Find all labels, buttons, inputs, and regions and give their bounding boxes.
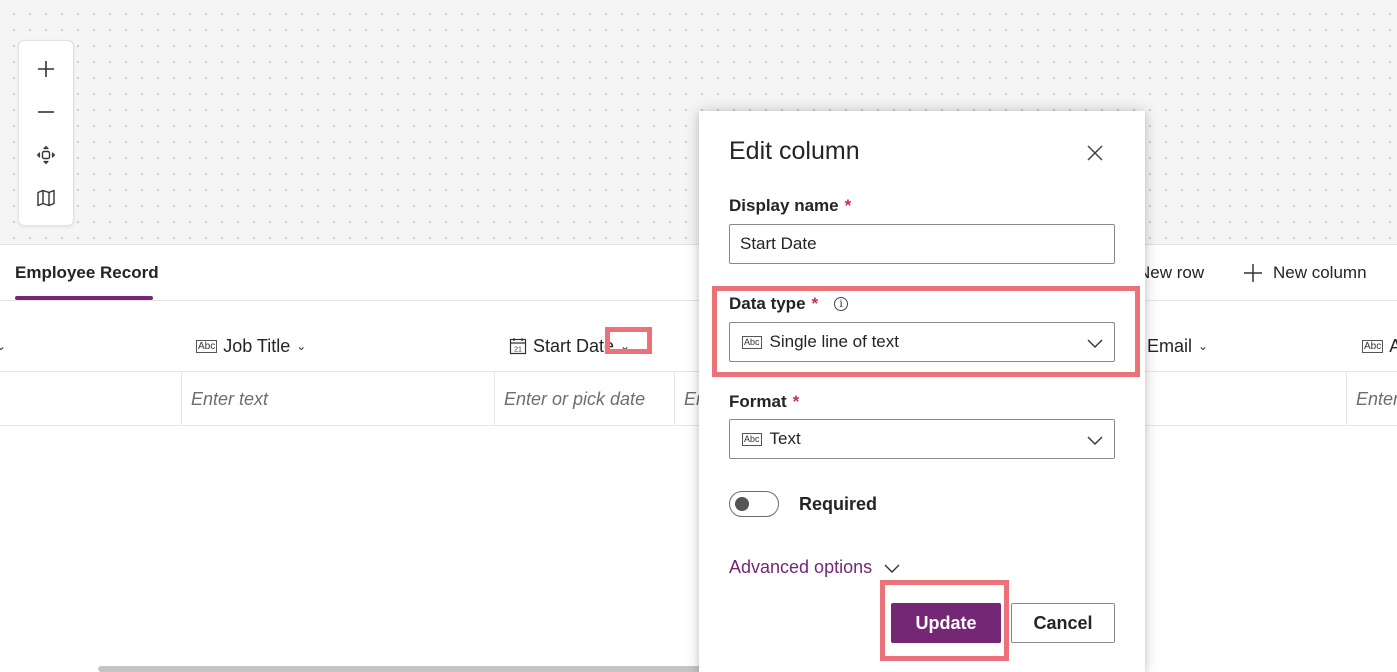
column-header-label: Email	[1147, 335, 1193, 356]
chevron-down-icon	[884, 564, 900, 573]
cell-start-date[interactable]: Enter or pick date	[494, 372, 674, 426]
new-column-button[interactable]: New column	[1243, 245, 1367, 301]
plus-icon	[1244, 264, 1262, 282]
chevron-down-icon: ⌄	[1198, 339, 1209, 353]
panel-title: Edit column	[729, 137, 860, 165]
column-header-partial[interactable]: Abc A	[1362, 320, 1397, 372]
data-type-value: Single line of text	[769, 332, 899, 351]
zoom-out-button[interactable]	[28, 94, 64, 130]
data-type-label: Data type * i	[729, 294, 849, 314]
cell-partial[interactable]: Enter	[1346, 372, 1397, 426]
chevron-down-icon[interactable]: ⌄	[620, 339, 630, 353]
zoom-toolbar	[18, 40, 74, 226]
toggle-knob	[735, 497, 749, 511]
chevron-down-icon: ⌄	[296, 339, 307, 353]
prev-column-chevron-icon[interactable]: ⌄	[0, 320, 6, 372]
zoom-in-icon	[38, 60, 54, 77]
display-name-label: Display name *	[729, 196, 852, 215]
required-toggle-label: Required	[799, 494, 878, 514]
format-dropdown[interactable]: Abc Text	[729, 419, 1115, 459]
cancel-button[interactable]: Cancel	[1011, 603, 1115, 643]
map-icon	[37, 189, 55, 206]
advanced-options-label: Advanced options	[729, 557, 873, 577]
column-header-start-date[interactable]: 21 Start Date ⌄	[509, 320, 630, 372]
close-button[interactable]	[1082, 140, 1108, 166]
new-column-label: New column	[1273, 263, 1367, 282]
fit-to-screen-icon	[36, 145, 56, 164]
active-tab-indicator	[15, 296, 153, 300]
update-button[interactable]: Update	[891, 603, 1001, 643]
column-header-label: Start Date	[533, 335, 615, 356]
tab-employee-record[interactable]: Employee Record	[15, 245, 159, 301]
format-label: Format *	[729, 392, 800, 411]
minimap-button[interactable]	[28, 180, 64, 216]
edit-column-panel: Edit column Display name* Data type* i A…	[699, 111, 1145, 672]
zoom-out-icon	[38, 110, 54, 113]
column-header-job-title[interactable]: Abc Job Title ⌄	[196, 320, 306, 372]
text-icon: Abc	[1362, 339, 1384, 353]
new-row-button[interactable]: New row	[1138, 245, 1204, 301]
text-icon: Abc	[742, 335, 762, 349]
data-type-dropdown[interactable]: Abc Single line of text	[729, 322, 1115, 362]
display-name-input[interactable]	[729, 224, 1115, 264]
column-header-label: A	[1389, 335, 1397, 356]
format-value: Text	[769, 429, 801, 448]
chevron-down-icon	[1087, 436, 1103, 445]
column-header-label: Job Title	[223, 335, 291, 356]
new-row-label: New row	[1138, 263, 1205, 282]
chevron-down-icon	[1087, 339, 1103, 348]
column-header-email[interactable]: Email ⌄	[1147, 320, 1208, 372]
text-icon: Abc	[196, 339, 218, 353]
zoom-in-button[interactable]	[28, 51, 64, 87]
svg-text:21: 21	[514, 347, 522, 354]
text-icon: Abc	[742, 432, 762, 446]
fit-to-screen-button[interactable]	[28, 137, 64, 173]
advanced-options-link[interactable]: Advanced options	[729, 557, 900, 578]
required-toggle[interactable]	[729, 491, 779, 517]
info-icon[interactable]: i	[834, 297, 849, 311]
calendar-icon: 21	[509, 338, 527, 355]
close-icon	[1087, 145, 1103, 161]
cell-job-title[interactable]: Enter text	[181, 372, 494, 426]
